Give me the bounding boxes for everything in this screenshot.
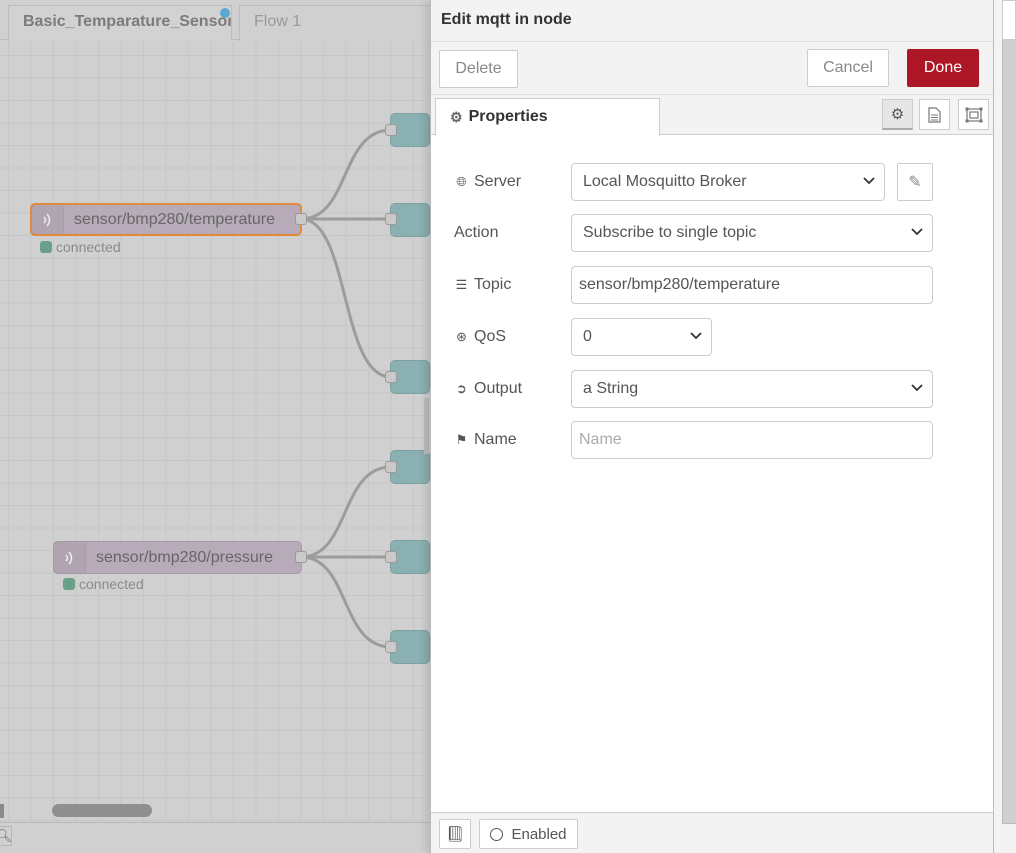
status-dot-icon bbox=[63, 578, 75, 590]
input-port[interactable] bbox=[385, 124, 397, 136]
book-icon: 📕︎ bbox=[445, 826, 465, 843]
topic-input[interactable]: sensor/bmp280/temperature bbox=[571, 266, 933, 304]
edit-tray: Edit mqtt in node Delete Cancel Done ⚙ P… bbox=[430, 0, 994, 853]
node-status: connected bbox=[63, 576, 144, 592]
pencil-icon: ✎ bbox=[908, 174, 922, 191]
status-dot-icon bbox=[40, 241, 52, 253]
toggle-circle-icon bbox=[490, 827, 504, 841]
server-select[interactable]: Local Mosquitto Broker bbox=[571, 163, 885, 201]
sidebar-footer bbox=[1002, 823, 1016, 853]
tab-properties[interactable]: ⚙ Properties bbox=[435, 98, 660, 136]
tab-appearance[interactable] bbox=[958, 99, 989, 130]
edit-server-button[interactable]: ✎ bbox=[897, 163, 933, 201]
input-port[interactable] bbox=[385, 551, 397, 563]
name-row: ⚑ Name Name bbox=[454, 421, 933, 459]
action-select[interactable]: Subscribe to single topic bbox=[571, 214, 933, 252]
gear-icon: ⚙ bbox=[450, 108, 463, 125]
workspace-footer bbox=[0, 822, 430, 853]
wire bbox=[300, 128, 392, 221]
cancel-button[interactable]: Cancel bbox=[807, 49, 889, 87]
node-label: sensor/bmp280/pressure bbox=[96, 548, 273, 566]
chevron-down-icon bbox=[911, 384, 923, 392]
chevron-down-icon bbox=[863, 177, 875, 185]
qos-select[interactable]: 0 bbox=[571, 318, 712, 356]
wires bbox=[300, 128, 392, 649]
mqtt-in-node-temperature[interactable]: sensor/bmp280/temperature bbox=[30, 203, 302, 236]
mqtt-in-node-pressure[interactable]: sensor/bmp280/pressure bbox=[53, 541, 302, 574]
input-port[interactable] bbox=[385, 213, 397, 225]
gear-icon: ⚙ bbox=[890, 106, 905, 123]
output-port[interactable] bbox=[295, 213, 307, 225]
sidebar-tab[interactable] bbox=[1002, 0, 1016, 40]
tray-tabs: ⚙ Properties ⚙ bbox=[431, 95, 993, 136]
enabled-toggle[interactable]: Enabled bbox=[479, 819, 578, 849]
tab-settings[interactable]: ⚙ bbox=[882, 99, 913, 130]
done-button[interactable]: Done bbox=[907, 49, 979, 87]
scroll-edge bbox=[0, 804, 4, 818]
tray-title: Edit mqtt in node bbox=[431, 0, 993, 42]
empire-icon: ⊛ bbox=[456, 329, 467, 344]
mqtt-wifi-icon bbox=[32, 205, 64, 234]
mqtt-wifi-icon bbox=[54, 542, 86, 573]
vertical-scrollbar[interactable] bbox=[424, 398, 429, 454]
wire bbox=[300, 465, 392, 559]
wire bbox=[300, 217, 392, 379]
tray-toolbar: Delete Cancel Done bbox=[431, 42, 993, 95]
node-status: connected bbox=[40, 239, 121, 255]
qos-row: ⊛ QoS 0 bbox=[454, 318, 712, 356]
name-input[interactable]: Name bbox=[571, 421, 933, 459]
node-label: sensor/bmp280/temperature bbox=[74, 210, 275, 228]
action-row: Action Subscribe to single topic bbox=[454, 214, 933, 252]
input-port[interactable] bbox=[385, 641, 397, 653]
input-port[interactable] bbox=[385, 371, 397, 383]
globe-icon: 🌐︎ bbox=[456, 174, 467, 189]
node-appearance-icon bbox=[965, 107, 982, 122]
input-port[interactable] bbox=[385, 461, 397, 473]
horizontal-scrollbar[interactable] bbox=[52, 804, 152, 817]
wire bbox=[300, 555, 392, 649]
tasks-icon: ☰ bbox=[455, 277, 468, 292]
output-row: ➲ Output a String bbox=[454, 370, 933, 408]
chevron-down-icon bbox=[690, 332, 702, 340]
workspace: Basic_Temparature_Sensor Flow 1 sensor/b… bbox=[0, 0, 430, 853]
document-icon bbox=[928, 106, 941, 123]
output-port[interactable] bbox=[295, 551, 307, 563]
search-icon[interactable]: 🔍︎ bbox=[0, 826, 12, 846]
right-sidebar bbox=[994, 0, 1016, 853]
topic-row: ☰ Topic sensor/bmp280/temperature bbox=[454, 266, 933, 304]
tray-footer: 📕︎ Enabled bbox=[431, 812, 993, 853]
sidebar-panel bbox=[1002, 0, 1016, 853]
sign-out-icon: ➲ bbox=[456, 381, 467, 396]
server-row: 🌐︎ Server Local Mosquitto Broker ✎ bbox=[454, 163, 933, 201]
output-select[interactable]: a String bbox=[571, 370, 933, 408]
tag-icon: ⚑ bbox=[455, 432, 468, 447]
chevron-down-icon bbox=[911, 228, 923, 236]
delete-button[interactable]: Delete bbox=[439, 50, 518, 88]
node-help-button[interactable]: 📕︎ bbox=[439, 819, 471, 849]
tab-description[interactable] bbox=[919, 99, 950, 130]
